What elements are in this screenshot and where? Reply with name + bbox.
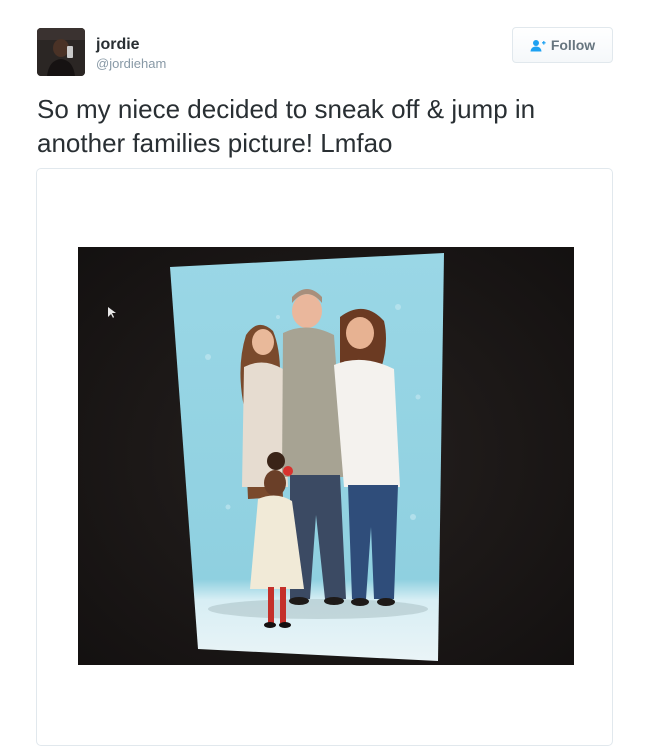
user-handle[interactable]: @jordieham <box>96 56 166 72</box>
tweet-text: So my niece decided to sneak off & jump … <box>37 94 536 158</box>
tweet-media-card[interactable] <box>36 168 613 746</box>
avatar-image <box>37 28 85 76</box>
tweet-photo[interactable] <box>78 247 574 665</box>
display-name[interactable]: jordie <box>96 35 140 55</box>
avatar[interactable] <box>37 28 85 76</box>
follow-button-label: Follow <box>550 37 596 53</box>
follow-button[interactable]: Follow <box>512 27 613 63</box>
add-user-icon <box>530 39 546 52</box>
